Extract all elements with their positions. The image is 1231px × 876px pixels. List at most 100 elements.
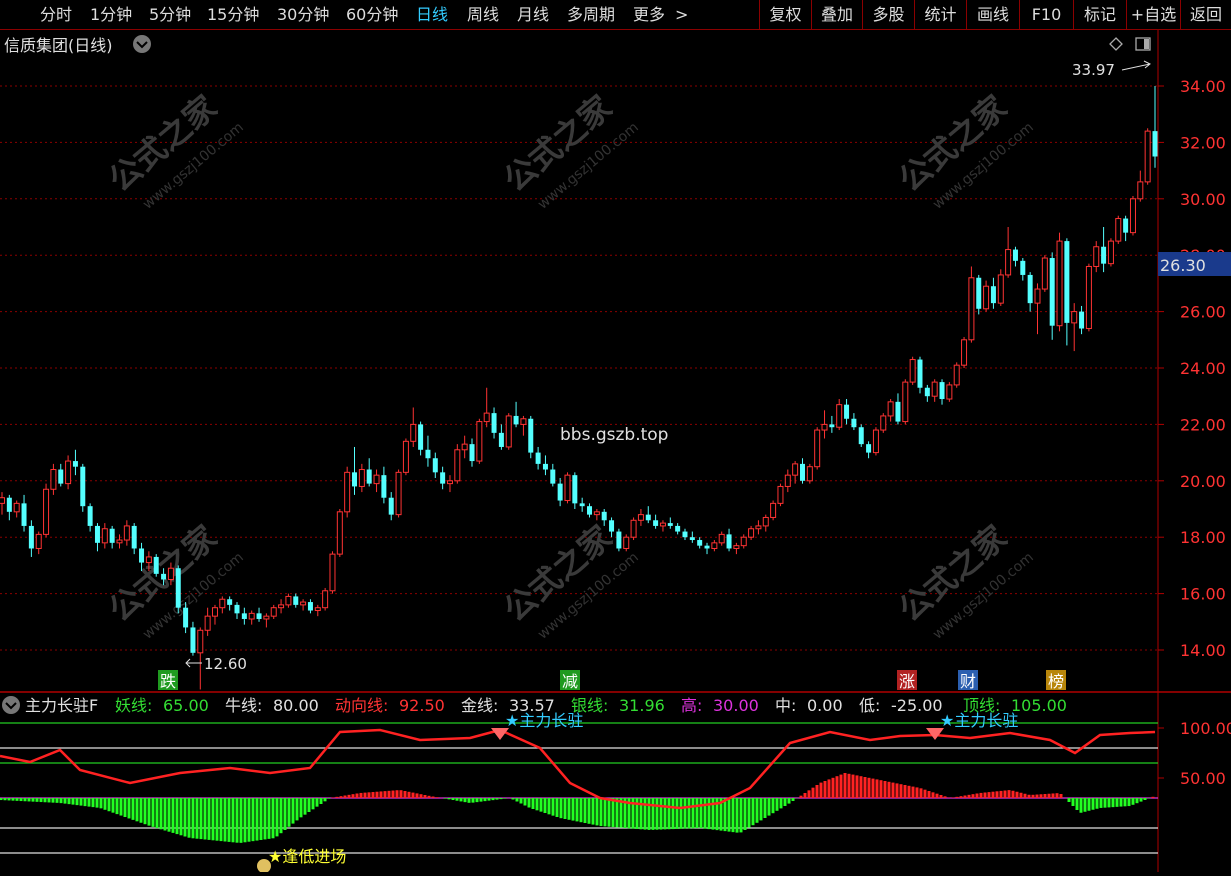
- candle-body: [72, 461, 78, 467]
- candle-body: [1041, 257, 1048, 290]
- candle-body: [836, 404, 843, 428]
- indicator-axis-label: 50.00: [1180, 769, 1226, 788]
- candle-body: [851, 418, 857, 428]
- candle-body: [601, 511, 607, 521]
- toolbar-button-3[interactable]: 统计: [914, 0, 966, 29]
- candle-body: [123, 525, 130, 541]
- candle-body: [513, 415, 519, 425]
- candle-body: [167, 567, 174, 580]
- candle-body: [131, 525, 137, 549]
- period-tab-8[interactable]: 月线: [517, 0, 549, 29]
- indicator-param-label-6: 中:: [775, 696, 796, 715]
- candle-body: [755, 525, 762, 530]
- title-dropdown-icon[interactable]: [133, 35, 151, 53]
- event-badge-1[interactable]: 减: [562, 672, 578, 691]
- candle-body: [248, 612, 255, 620]
- candle-body: [227, 599, 233, 605]
- candle-body: [109, 528, 115, 543]
- candle-body: [697, 540, 703, 546]
- toolbar-button-0[interactable]: 复权: [759, 0, 811, 29]
- toolbar-button-4[interactable]: 画线: [966, 0, 1019, 29]
- diamond-icon[interactable]: [1109, 37, 1123, 51]
- candle-body: [1101, 246, 1107, 264]
- toolbar-button-2[interactable]: 多股: [862, 0, 914, 29]
- indicator-param-label-2: 动向线:: [335, 696, 388, 715]
- candle-body: [483, 412, 490, 423]
- candle-body: [799, 463, 805, 481]
- candle-body: [344, 471, 351, 513]
- candle-body: [190, 627, 196, 653]
- candle-body: [990, 286, 996, 304]
- candle-body: [505, 415, 512, 448]
- candle-body: [366, 469, 372, 484]
- candle-body: [806, 466, 813, 482]
- price-axis-label: 34.00: [1180, 77, 1226, 96]
- candle-body: [880, 415, 887, 431]
- candle-body: [997, 274, 1004, 304]
- event-badge-3[interactable]: 财: [960, 672, 976, 691]
- toolbar-button-5[interactable]: F10: [1019, 0, 1073, 29]
- indicator-param-value-7: -25.00: [891, 696, 943, 715]
- candle-body: [322, 590, 329, 609]
- indicator-param-label-7: 低:: [859, 696, 880, 715]
- period-tab-11[interactable]: >: [675, 0, 688, 29]
- candle-body: [101, 528, 108, 544]
- candle-body: [623, 536, 630, 549]
- candle-body: [718, 533, 725, 544]
- toolbar-button-6[interactable]: 标记: [1073, 0, 1126, 29]
- indicator-param-label-0: 妖线:: [115, 696, 152, 715]
- candle-body: [498, 432, 504, 447]
- period-tab-5[interactable]: 60分钟: [346, 0, 398, 29]
- event-badge-4[interactable]: 榜: [1048, 672, 1064, 691]
- high-arrow-icon: [1121, 60, 1151, 71]
- candle-body: [659, 522, 666, 527]
- candle-body: [616, 531, 622, 549]
- candle-body: [139, 548, 145, 563]
- period-tab-3[interactable]: 15分钟: [207, 0, 259, 29]
- candle-body: [1079, 311, 1085, 329]
- candle-body: [50, 469, 57, 490]
- period-tab-10[interactable]: 更多: [633, 0, 665, 29]
- indicator-dropdown-icon[interactable]: [2, 696, 20, 714]
- event-badge-2[interactable]: 涨: [899, 672, 915, 691]
- toolbar-button-1[interactable]: 叠加: [811, 0, 862, 29]
- period-toolbar: 分时 1分钟 5分钟 15分钟 30分钟 60分钟 日线 周线 月线 多周期 更多 > 复权 叠加 多股 统计…: [0, 0, 1231, 30]
- period-tab-7[interactable]: 周线: [467, 0, 499, 29]
- period-tab-6[interactable]: 日线: [416, 0, 448, 29]
- candle-body: [895, 401, 901, 422]
- candle-body: [1123, 218, 1129, 233]
- toolbar-button-7[interactable]: +自选: [1126, 0, 1180, 29]
- candle-body: [917, 359, 923, 388]
- period-tab-0[interactable]: 分时: [40, 0, 72, 29]
- candle-body: [528, 418, 534, 453]
- indicator-param-value-2: 92.50: [399, 696, 445, 715]
- candle-body: [440, 472, 446, 484]
- candle-body: [593, 511, 600, 516]
- candle-body: [161, 573, 167, 580]
- period-tab-1[interactable]: 1分钟: [90, 0, 132, 29]
- period-tab-4[interactable]: 30分钟: [277, 0, 329, 29]
- candle-body: [432, 458, 438, 473]
- candle-body: [924, 387, 930, 397]
- toolbar-button-8[interactable]: 返回: [1180, 0, 1231, 29]
- candle-body: [675, 525, 681, 532]
- low-price-marker: 12.60: [204, 655, 247, 673]
- candle-body: [1049, 258, 1055, 326]
- candle-body: [425, 449, 431, 459]
- candle-body: [748, 528, 755, 538]
- candle-body: [94, 525, 100, 543]
- period-tab-2[interactable]: 5分钟: [149, 0, 191, 29]
- period-tab-9[interactable]: 多周期: [567, 0, 615, 29]
- candle-body: [13, 502, 20, 513]
- event-badge-0[interactable]: 跌: [160, 672, 176, 691]
- candle-body: [469, 444, 475, 462]
- candle-body: [887, 401, 894, 417]
- candle-body: [953, 364, 960, 386]
- candle-body: [183, 607, 189, 628]
- price-axis-label: 18.00: [1180, 528, 1226, 547]
- low-arrow-icon: [185, 658, 202, 668]
- candle-body: [961, 339, 968, 366]
- indicator-param-value-8: 105.00: [1011, 696, 1067, 715]
- candle-body: [704, 545, 710, 549]
- candle-body: [461, 443, 468, 451]
